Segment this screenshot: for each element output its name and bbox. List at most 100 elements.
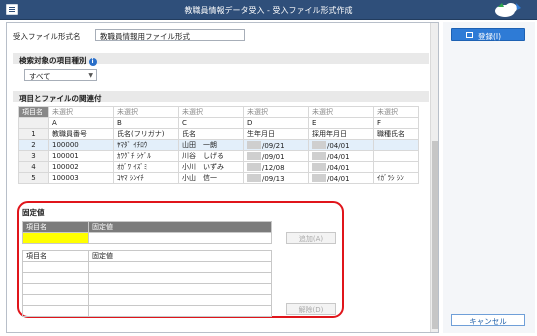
fixed-entry-item-header: 項目名 [22,221,89,233]
table-row[interactable]: 3 100001 ｶﾜｸﾞﾁ ｼｹﾞﾙ 川谷 しげる /09/01 /04/01 [18,150,419,162]
table-cell: ｺﾔﾏ ｼﾝｲﾁ [113,172,179,184]
column-letter: E [308,117,374,129]
main-panel: 受入ファイル形式名 教職員情報用ファイル形式 検索対象の項目種別 i すべて ▼ … [6,22,439,333]
chevron-down-icon: ▼ [88,72,93,79]
fixed-value-entry-row [22,232,272,244]
fixed-list-value-header: 固定値 [88,250,272,262]
table-cell-text: /04/01 [327,163,350,172]
table-cell-text: /09/01 [262,152,285,161]
table-cell: /09/01 [243,150,309,162]
list-item[interactable] [22,305,272,317]
table-cell-text: /04/01 [327,141,350,150]
table-cell: 小川 いずみ [178,161,244,173]
mapping-row: 項目名 未選択 未選択 未選択 未選択 未選択 未選択 [18,106,419,118]
info-icon[interactable]: i [88,58,97,66]
table-cell [373,150,419,162]
table-cell: /09/13 [243,172,309,184]
list-item[interactable] [22,272,272,284]
list-cell [22,294,89,306]
cancel-button[interactable]: キャンセル [451,314,525,326]
mapping-select-c[interactable]: 未選択 [178,106,244,118]
table-cell: /04/01 [308,172,374,184]
table-cell: 山田 一朗 [178,139,244,151]
list-cell [88,261,272,273]
table-row[interactable]: 4 100002 ｵｶﾞﾜ ｲｽﾞﾐ 小川 いずみ /12/08 /04/01 [18,161,419,173]
fixed-values-title: 固定値 [22,208,45,217]
mapping-select-a[interactable]: 未選択 [48,106,114,118]
list-item[interactable] [22,283,272,295]
fixed-item-name-input[interactable] [22,232,89,244]
table-cell: 100003 [48,172,114,184]
list-cell [22,283,89,295]
row-number: 1 [18,128,49,140]
mapping-section-title: 項目とファイルの関連付 [19,94,102,103]
table-cell: 職種氏名 [373,128,419,140]
table-row[interactable]: 1 教職員番号 氏名(フリガナ) 氏名 生年月日 採用年月日 職種氏名 [18,128,419,140]
redacted-block [312,162,326,171]
column-letter: F [373,117,419,129]
add-button[interactable]: 追加(A) [286,232,336,244]
table-cell: 採用年月日 [308,128,374,140]
table-cell: ｶﾜｸﾞﾁ ｼｹﾞﾙ [113,150,179,162]
redacted-block [247,162,261,171]
register-button[interactable]: 登録(I) [451,28,525,41]
list-cell [22,261,89,273]
list-item[interactable] [22,261,272,273]
redacted-block [247,140,261,149]
mapping-section-header: 項目とファイルの関連付 [13,91,429,103]
item-type-select[interactable]: すべて ▼ [24,69,97,81]
table-cell: 小山 信一 [178,172,244,184]
table-cell: 氏名 [178,128,244,140]
filter-section-title: 検索対象の項目種別 [19,56,87,65]
mapping-select-d[interactable]: 未選択 [243,106,309,118]
table-cell-text: /12/08 [262,163,285,172]
column-letter: C [178,117,244,129]
table-cell: 氏名(フリガナ) [113,128,179,140]
column-letter: B [113,117,179,129]
list-cell [88,305,272,317]
table-cell: /04/01 [308,161,374,173]
redacted-block [247,173,261,182]
vertical-scrollbar[interactable] [430,23,438,332]
table-cell: /04/01 [308,150,374,162]
table-cell-text: /04/01 [327,152,350,161]
table-cell: 100002 [48,161,114,173]
list-cell [88,272,272,284]
row-number: 4 [18,161,49,173]
filter-section-header: 検索対象の項目種別 i [13,53,429,66]
ai-logo-icon [495,3,521,17]
redacted-block [247,151,261,160]
table-row[interactable]: 5 100003 ｺﾔﾏ ｼﾝｲﾁ 小山 信一 /09/13 /04/01 ｲｶ… [18,172,419,184]
scrollbar-thumb[interactable] [432,141,438,329]
fixed-list-item-header: 項目名 [22,250,89,262]
list-item[interactable] [22,294,272,306]
table-cell: 生年月日 [243,128,309,140]
item-type-select-value: すべて [29,72,51,81]
table-row[interactable]: 2 100000 ﾔﾏﾀﾞ ｲﾁﾛｳ 山田 一朗 /09/21 /04/01 [18,139,419,151]
table-cell [373,139,419,151]
action-panel: 登録(I) キャンセル [443,22,535,333]
register-icon [466,32,473,38]
table-cell: ｵｶﾞﾜ ｲｽﾞﾐ [113,161,179,173]
table-cell: 教職員番号 [48,128,114,140]
table-cell: /09/21 [243,139,309,151]
fixed-entry-value-header: 固定値 [88,221,272,233]
column-letter: A [48,117,114,129]
file-format-name-input[interactable]: 教職員情報用ファイル形式 [95,29,245,41]
redacted-block [312,151,326,160]
fixed-value-entry-header: 項目名 固定値 [22,221,272,233]
row-number: 5 [18,172,49,184]
table-cell-text: /09/21 [262,141,285,150]
table-cell [373,161,419,173]
grid-corner-label: 項目名 [18,106,49,118]
column-letter: D [243,117,309,129]
mapping-select-f[interactable]: 未選択 [373,106,419,118]
mapping-select-b[interactable]: 未選択 [113,106,179,118]
table-cell-text: /04/01 [327,174,350,183]
redacted-block [312,140,326,149]
mapping-select-e[interactable]: 未選択 [308,106,374,118]
remove-button[interactable]: 解除(D) [286,303,336,315]
fixed-value-input[interactable] [88,232,272,244]
register-button-label: 登録(I) [478,32,502,41]
window-title: 教職員情報データ受入 - 受入ファイル形式作成 [184,6,353,15]
